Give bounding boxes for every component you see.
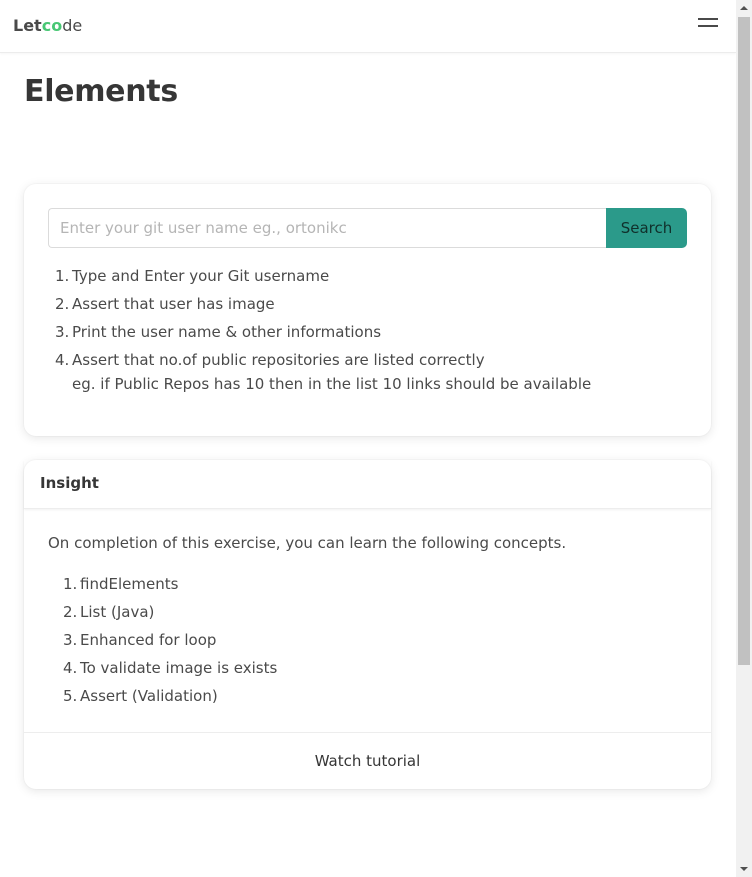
insight-card: Insight On completion of this exercise, … [24, 460, 711, 789]
insight-card-footer: Watch tutorial [24, 732, 711, 789]
logo-text-let: Let [13, 16, 42, 35]
list-number: 4. [55, 351, 70, 369]
list-item-text: List (Java) [80, 603, 155, 621]
insight-title: Insight [40, 474, 99, 492]
list-item: 1. findElements [63, 572, 277, 596]
page-viewport: Letcode Elements Search 1.Type and Enter… [0, 0, 736, 877]
list-item: 5. Assert (Validation) [63, 684, 277, 708]
logo-text-de: de [62, 16, 83, 35]
burger-line-top [698, 18, 718, 20]
list-item-text: Assert (Validation) [80, 687, 218, 705]
navbar: Letcode [0, 0, 736, 53]
insight-card-header: Insight [24, 460, 711, 509]
search-card: Search 1.Type and Enter your Git usernam… [24, 184, 711, 436]
list-item-text: Enhanced for loop [80, 631, 217, 649]
scroll-up-arrow-icon[interactable] [736, 0, 752, 16]
search-field-group: Search [48, 208, 687, 248]
list-item: 3. Print the user name & other informatio… [55, 320, 692, 344]
list-item-text: Assert that user has image [72, 295, 275, 313]
list-item-text: To validate image is exists [80, 659, 278, 677]
burger-line-bottom [698, 25, 718, 27]
scroll-down-arrow-icon[interactable] [736, 861, 752, 877]
list-item-text: findElements [80, 575, 179, 593]
list-item-text: Print the user name & other informations [72, 323, 382, 341]
hamburger-menu-icon[interactable] [698, 16, 720, 30]
insight-intro: On completion of this exercise, you can … [48, 534, 567, 552]
instructions-list: 1. Type and Enter your Git username 2. Ass… [55, 264, 692, 400]
list-item: 2. Assert that user has image [55, 292, 692, 316]
list-item-text: Assert that no.of public repositories ar… [72, 351, 485, 369]
concepts-list: 1. findElements 2. List (Java) 3. Enhanced … [63, 572, 278, 712]
watch-tutorial-link[interactable]: Watch tutorial [24, 733, 711, 790]
list-item: 1. Type and Enter your Git username [55, 264, 692, 288]
search-button[interactable]: Search [606, 208, 687, 248]
vertical-scrollbar[interactable] [736, 0, 752, 877]
list-item: 4. Assert that no.of public repositories … [55, 348, 692, 396]
list-number: 1. [63, 575, 78, 593]
list-number: 3. [55, 323, 70, 341]
logo-text-o: o [51, 16, 63, 35]
logo-text-c: c [41, 16, 52, 35]
list-number: 1. [55, 267, 70, 285]
git-username-input[interactable] [48, 208, 607, 248]
list-item: 3. Enhanced for loop [63, 628, 277, 652]
list-number: 5. [63, 687, 78, 705]
list-item: 4. To validate image is exists [63, 656, 278, 680]
scrollbar-thumb[interactable] [738, 17, 750, 665]
letcode-logo[interactable]: Letcode [13, 16, 82, 36]
list-item-subtext: eg. if Public Repos has 10 then in the l… [72, 375, 592, 393]
list-number: 4. [63, 659, 78, 677]
list-item-text: Type and Enter your Git username [72, 267, 330, 285]
page-title: Elements [24, 74, 178, 109]
list-number: 3. [63, 631, 78, 649]
list-item: 2. List (Java) [63, 600, 277, 624]
list-number: 2. [55, 295, 70, 313]
list-number: 2. [63, 603, 78, 621]
